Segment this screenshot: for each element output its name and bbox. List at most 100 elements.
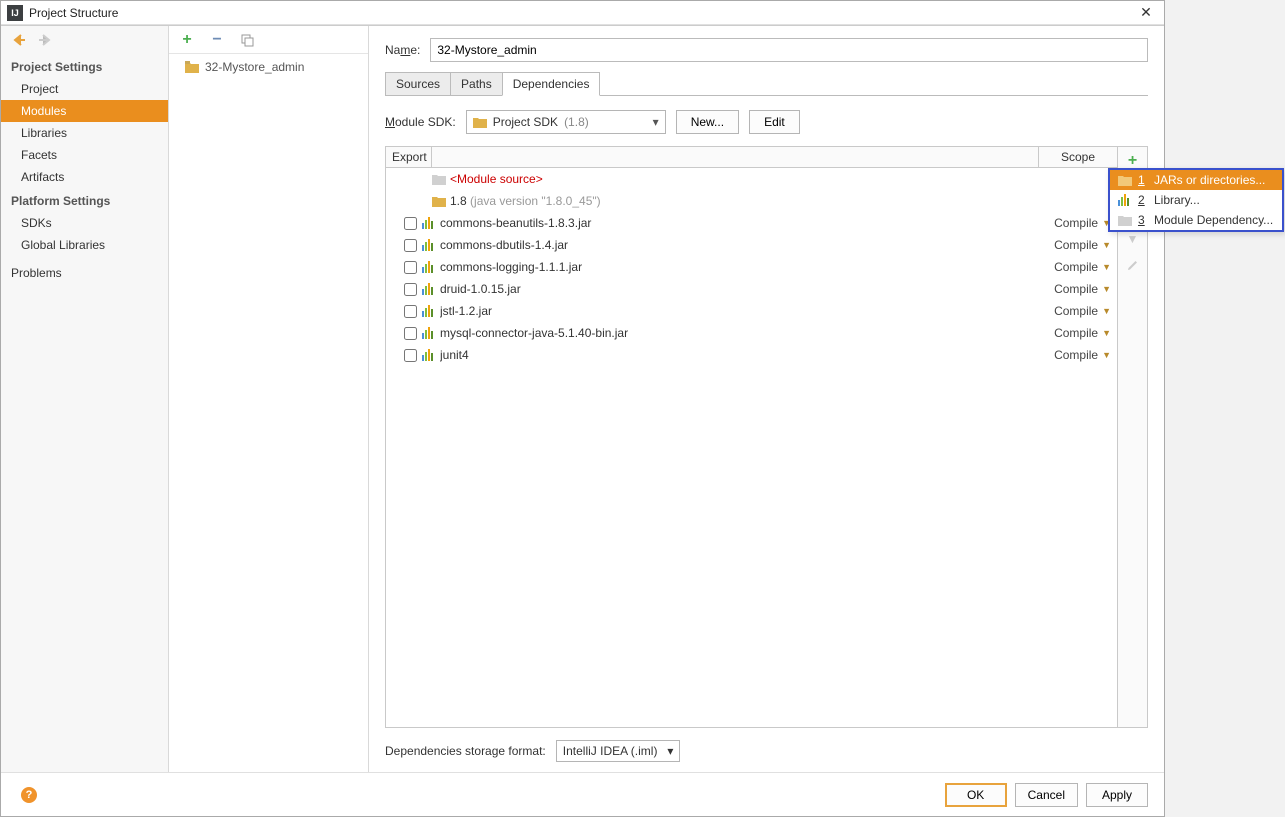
add-dependency-menu: 1JARs or directories...2Library...3Modul…: [1108, 168, 1284, 232]
chevron-down-icon: ▼: [1102, 284, 1111, 294]
window-title: Project Structure: [29, 6, 1134, 20]
copy-module-button[interactable]: [239, 32, 255, 48]
apply-button[interactable]: Apply: [1086, 783, 1148, 807]
nav-item-libraries[interactable]: Libraries: [1, 122, 168, 144]
export-checkbox[interactable]: [398, 217, 422, 230]
menu-label: Module Dependency...: [1154, 213, 1273, 227]
library-icon: [422, 239, 440, 251]
remove-module-button[interactable]: −: [209, 32, 225, 48]
column-export: Export: [386, 147, 432, 167]
dep-name: druid-1.0.15.jar: [440, 282, 1039, 296]
dep-module-source[interactable]: <Module source>: [386, 168, 1117, 190]
library-icon: [422, 349, 440, 361]
sdk-edit-button[interactable]: Edit: [749, 110, 800, 134]
module-tree-item[interactable]: 32-Mystore_admin: [169, 58, 368, 76]
module-sdk-label: Module SDK:: [385, 115, 456, 129]
dep-jdk[interactable]: 1.8 (java version "1.8.0_45"): [386, 190, 1117, 212]
dep-scope-select[interactable]: Compile▼: [1039, 326, 1111, 340]
nav-back-icon[interactable]: [11, 32, 27, 48]
nav-section-project-settings: Project Settings: [1, 54, 168, 78]
nav-item-facets[interactable]: Facets: [1, 144, 168, 166]
dep-row[interactable]: commons-dbutils-1.4.jarCompile▼: [386, 234, 1117, 256]
library-icon: [422, 283, 440, 295]
menu-label: Library...: [1154, 193, 1200, 207]
column-name: [432, 147, 1039, 167]
storage-format-select[interactable]: IntelliJ IDEA (.iml) ▾: [556, 740, 681, 762]
chevron-down-icon: ▼: [1102, 240, 1111, 250]
nav-item-artifacts[interactable]: Artifacts: [1, 166, 168, 188]
export-checkbox[interactable]: [398, 283, 422, 296]
dep-scope-select[interactable]: Compile▼: [1039, 282, 1111, 296]
menu-icon: [1118, 214, 1132, 226]
folder-icon: [473, 116, 487, 128]
tab-paths[interactable]: Paths: [450, 72, 503, 96]
deps-toolbar: + − ▲ ▼: [1117, 147, 1147, 727]
storage-format-label: Dependencies storage format:: [385, 744, 546, 758]
dep-row[interactable]: druid-1.0.15.jarCompile▼: [386, 278, 1117, 300]
cancel-button[interactable]: Cancel: [1015, 783, 1078, 807]
library-icon: [422, 305, 440, 317]
left-nav: Project Settings ProjectModulesLibraries…: [1, 26, 169, 772]
module-list-panel: + − 32-Mystore_admin: [169, 26, 369, 772]
nav-item-project[interactable]: Project: [1, 78, 168, 100]
nav-item-global-libraries[interactable]: Global Libraries: [1, 234, 168, 256]
nav-item-modules[interactable]: Modules: [1, 100, 168, 122]
name-label: Name:: [385, 43, 420, 57]
tab-sources[interactable]: Sources: [385, 72, 451, 96]
dep-row[interactable]: commons-logging-1.1.1.jarCompile▼: [386, 256, 1117, 278]
dep-scope-select[interactable]: Compile▼: [1039, 348, 1111, 362]
titlebar: IJ Project Structure ✕: [1, 1, 1164, 25]
chevron-down-icon: ▼: [1102, 306, 1111, 316]
module-editor-panel: Name: SourcesPathsDependencies Module SD…: [369, 26, 1164, 772]
nav-item-sdks[interactable]: SDKs: [1, 212, 168, 234]
dep-name: commons-beanutils-1.8.3.jar: [440, 216, 1039, 230]
folder-icon: [185, 61, 199, 73]
chevron-down-icon: ▼: [1102, 328, 1111, 338]
dep-scope-select[interactable]: Compile▼: [1039, 216, 1111, 230]
menu-icon: [1118, 174, 1132, 186]
export-checkbox[interactable]: [398, 305, 422, 318]
export-checkbox[interactable]: [398, 261, 422, 274]
library-icon: [422, 217, 440, 229]
dep-row[interactable]: jstl-1.2.jarCompile▼: [386, 300, 1117, 322]
popup-item-module-dependency[interactable]: 3Module Dependency...: [1110, 210, 1282, 230]
sdk-new-button[interactable]: New...: [676, 110, 739, 134]
export-checkbox[interactable]: [398, 239, 422, 252]
module-sdk-select[interactable]: Project SDK (1.8) ▾: [466, 110, 666, 134]
menu-label: JARs or directories...: [1154, 173, 1265, 187]
nav-problems[interactable]: Problems: [1, 262, 168, 284]
close-button[interactable]: ✕: [1134, 1, 1158, 25]
ok-button[interactable]: OK: [945, 783, 1007, 807]
export-checkbox[interactable]: [398, 349, 422, 362]
dep-name: jstl-1.2.jar: [440, 304, 1039, 318]
library-icon: [422, 327, 440, 339]
project-structure-dialog: IJ Project Structure ✕ Project Settings …: [0, 0, 1165, 817]
dep-name: commons-dbutils-1.4.jar: [440, 238, 1039, 252]
menu-icon: [1118, 194, 1132, 206]
dep-name: commons-logging-1.1.1.jar: [440, 260, 1039, 274]
popup-item-library[interactable]: 2Library...: [1110, 190, 1282, 210]
export-checkbox[interactable]: [398, 327, 422, 340]
dep-name: junit4: [440, 348, 1039, 362]
dependencies-table: Export Scope <Module source> 1.8 (: [386, 147, 1117, 727]
library-icon: [422, 261, 440, 273]
tab-dependencies[interactable]: Dependencies: [502, 72, 601, 96]
folder-icon: [432, 173, 450, 185]
nav-section-platform-settings: Platform Settings: [1, 188, 168, 212]
dep-scope-select[interactable]: Compile▼: [1039, 238, 1111, 252]
chevron-down-icon: ▾: [653, 115, 659, 129]
move-down-button: ▼: [1123, 229, 1143, 249]
help-button[interactable]: ?: [21, 787, 37, 803]
nav-forward-icon: [37, 32, 53, 48]
dep-row[interactable]: junit4Compile▼: [386, 344, 1117, 366]
dep-row[interactable]: mysql-connector-java-5.1.40-bin.jarCompi…: [386, 322, 1117, 344]
chevron-down-icon: ▾: [667, 744, 673, 758]
dep-scope-select[interactable]: Compile▼: [1039, 304, 1111, 318]
dep-row[interactable]: commons-beanutils-1.8.3.jarCompile▼: [386, 212, 1117, 234]
module-name: 32-Mystore_admin: [205, 60, 304, 74]
dep-scope-select[interactable]: Compile▼: [1039, 260, 1111, 274]
add-module-button[interactable]: +: [179, 32, 195, 48]
chevron-down-icon: ▼: [1102, 262, 1111, 272]
popup-item-jars-or-directories[interactable]: 1JARs or directories...: [1110, 170, 1282, 190]
module-name-input[interactable]: [430, 38, 1148, 62]
